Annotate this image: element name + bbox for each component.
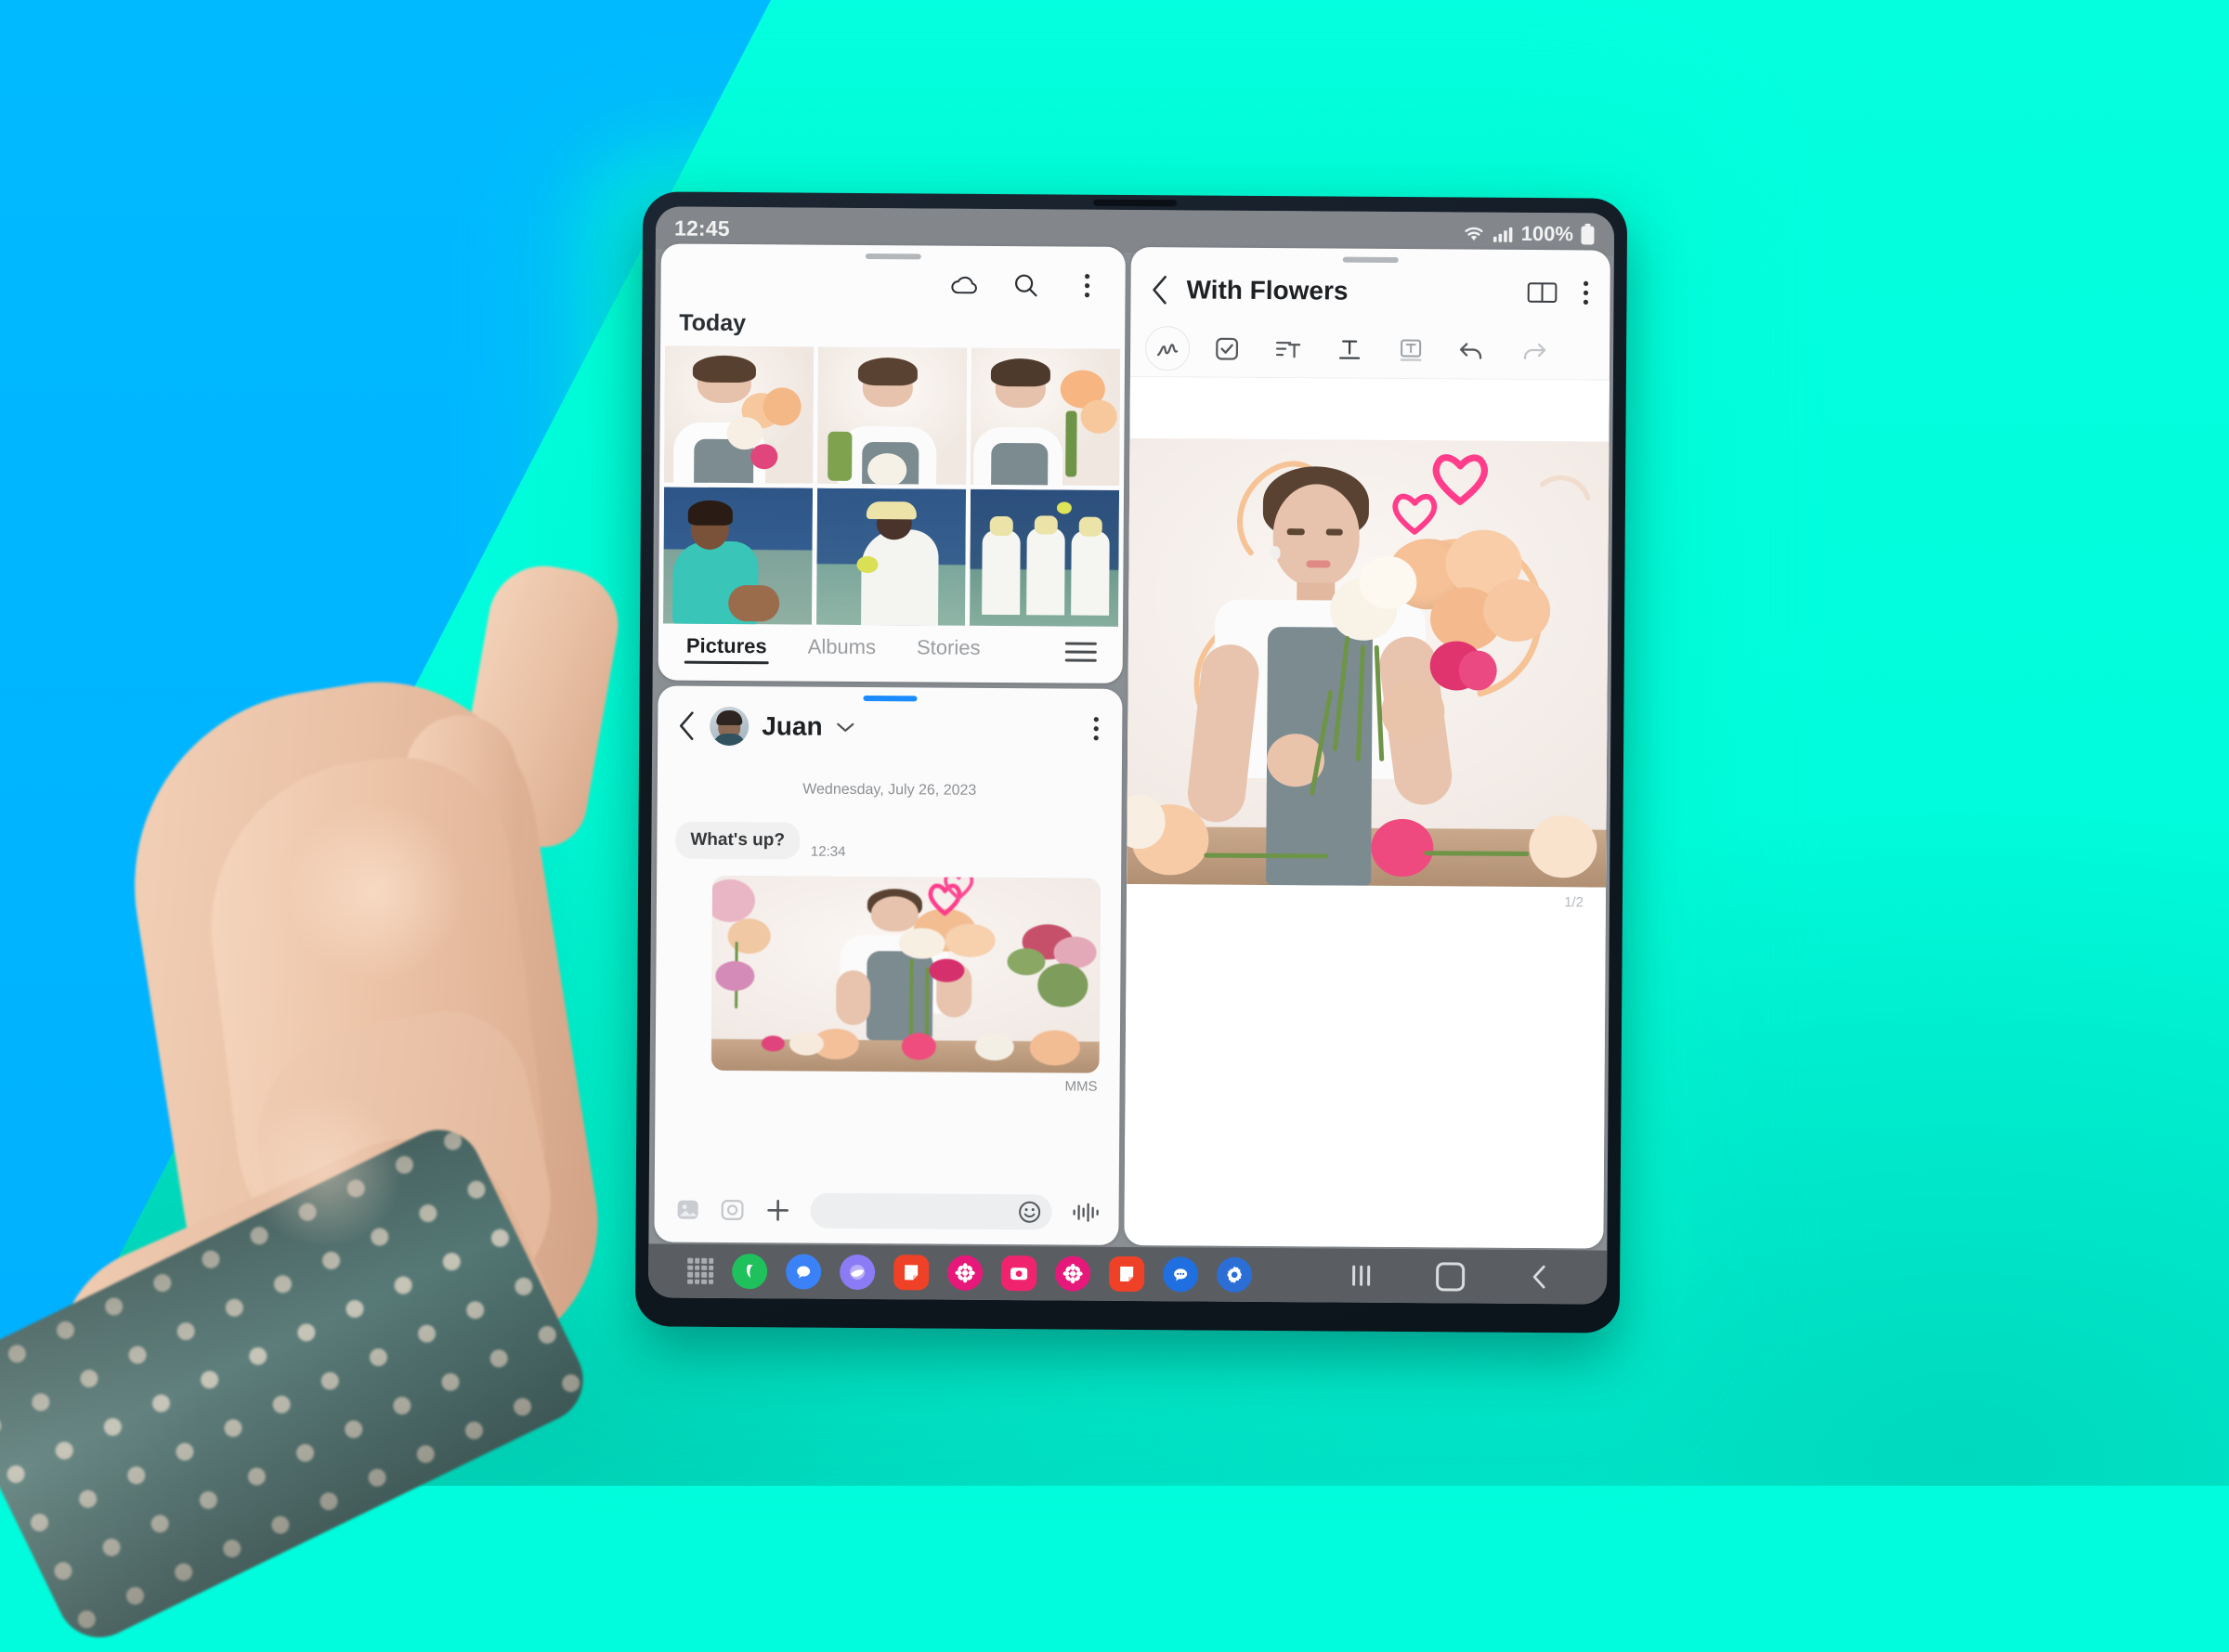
add-attachment-icon[interactable] [764, 1196, 792, 1224]
gallery-app-icon-2[interactable] [1055, 1255, 1090, 1291]
pink-heart-small [1388, 485, 1440, 539]
gallery-thumbnail[interactable] [817, 346, 967, 484]
contact-chevron-down-icon[interactable] [836, 721, 856, 734]
gallery-thumbnail[interactable] [970, 488, 1119, 626]
image-picker-icon[interactable] [675, 1197, 701, 1223]
message-input[interactable] [810, 1193, 1051, 1230]
gallery-more-options-icon[interactable] [1069, 267, 1104, 303]
cellular-signal-icon [1493, 225, 1515, 243]
mms-type-label: MMS [656, 1070, 1120, 1094]
messages-app-icon[interactable] [786, 1254, 821, 1289]
undo-icon[interactable] [1448, 330, 1496, 371]
tab-stories[interactable]: Stories [917, 636, 981, 666]
phone-app-icon[interactable] [732, 1254, 767, 1289]
phone-screen: 12:45 100% [648, 206, 1614, 1304]
battery-full-icon [1580, 223, 1596, 245]
notes-canvas[interactable]: 1/2 [1124, 377, 1610, 1249]
contact-name: Juan [762, 711, 823, 741]
gallery-tab-bar: Pictures Albums Stories [658, 623, 1123, 683]
sticker-icon[interactable] [720, 1197, 746, 1223]
earpiece-speaker [1093, 200, 1177, 207]
text-format-icon[interactable] [1325, 329, 1374, 370]
gallery-window-handle[interactable] [866, 254, 921, 259]
messages-back-chevron-icon[interactable] [676, 710, 697, 742]
messages-window[interactable]: Juan [654, 685, 1122, 1244]
message-bubble[interactable]: What's up? [675, 822, 800, 860]
camera-app-icon[interactable] [1001, 1255, 1036, 1291]
gallery-app-icon[interactable] [947, 1255, 983, 1291]
voice-recording-icon[interactable] [1071, 1201, 1101, 1225]
home-button[interactable] [1434, 1260, 1466, 1292]
status-clock: 12:45 [674, 215, 730, 241]
cloud-sync-icon[interactable] [946, 267, 982, 302]
messages-more-options-icon[interactable] [1092, 716, 1100, 742]
redo-icon[interactable] [1509, 330, 1558, 371]
pen-tool-icon[interactable] [1145, 326, 1190, 371]
notes-text-area[interactable] [1129, 377, 1609, 442]
notes-toolbar [1130, 319, 1610, 381]
gallery-photo-grid [658, 345, 1125, 626]
left-column: Today [654, 243, 1125, 1244]
messages-app-icon-2[interactable] [1163, 1256, 1198, 1292]
hamburger-menu-icon[interactable] [1065, 642, 1097, 661]
gallery-window[interactable]: Today [658, 243, 1126, 683]
message-attachment[interactable] [656, 858, 1122, 1073]
notes-window-handle[interactable] [1343, 257, 1399, 263]
message-composer [654, 1182, 1118, 1244]
wifi-icon [1462, 224, 1486, 242]
back-button[interactable] [1523, 1261, 1555, 1293]
messages-window-handle[interactable] [863, 696, 917, 701]
search-icon[interactable] [1008, 267, 1043, 303]
notes-back-chevron-icon[interactable] [1149, 274, 1169, 306]
gallery-section-title: Today [660, 304, 1125, 348]
taskbar [648, 1243, 1607, 1304]
recents-button[interactable] [1345, 1260, 1376, 1292]
notes-app-icon[interactable] [893, 1255, 929, 1290]
contact-avatar[interactable] [710, 707, 749, 746]
right-column: With Flowers [1124, 247, 1610, 1249]
taskbar-apps [648, 1253, 1252, 1293]
gallery-thumbnail[interactable] [971, 347, 1120, 485]
notes-page-indicator: 1/2 [1127, 884, 1606, 911]
tab-albums[interactable]: Albums [808, 635, 877, 666]
paragraph-style-icon[interactable] [1264, 328, 1312, 369]
navigation-bar [1345, 1260, 1607, 1294]
all-apps-grid-icon[interactable] [687, 1258, 713, 1284]
book-view-icon[interactable] [1526, 280, 1558, 306]
foldable-phone-device: 12:45 100% [635, 191, 1628, 1333]
gallery-thumbnail[interactable] [816, 488, 966, 625]
text-box-icon[interactable] [1387, 329, 1435, 370]
emoji-icon[interactable] [1017, 1199, 1043, 1225]
internet-app-icon[interactable] [840, 1255, 875, 1290]
split-screen-panes: Today [648, 243, 1613, 1248]
checkbox-list-icon[interactable] [1203, 328, 1251, 369]
battery-percent-label: 100% [1521, 222, 1573, 246]
notes-title: With Flowers [1186, 275, 1348, 306]
notes-more-options-icon[interactable] [1582, 280, 1589, 306]
message-timestamp: 12:34 [811, 844, 846, 860]
mms-photo-thumbnail[interactable] [711, 876, 1101, 1073]
gallery-thumbnail[interactable] [664, 345, 814, 483]
gallery-thumbnail[interactable] [663, 487, 813, 624]
notes-embedded-photo[interactable] [1127, 438, 1609, 888]
notes-app-icon-2[interactable] [1109, 1256, 1144, 1292]
tab-pictures[interactable]: Pictures [686, 634, 767, 665]
notes-window[interactable]: With Flowers [1124, 247, 1610, 1249]
settings-app-icon[interactable] [1217, 1257, 1252, 1293]
message-row: What's up? 12:34 [657, 797, 1121, 861]
